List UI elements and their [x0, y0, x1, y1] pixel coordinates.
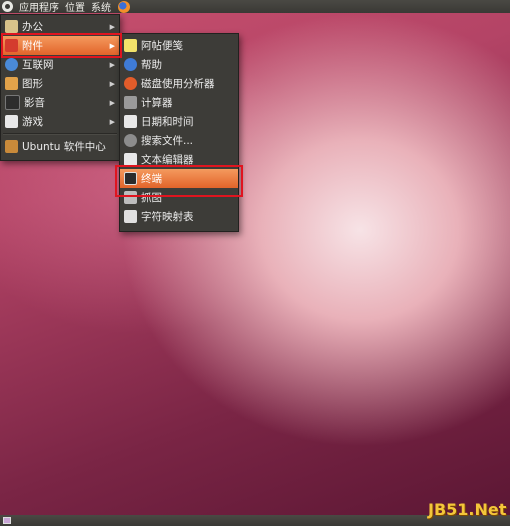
menu-item-label: 抓图	[141, 192, 162, 204]
menu-item-accessories[interactable]: 附件 ▶	[1, 36, 119, 55]
menu-item-label: Ubuntu 软件中心	[22, 141, 106, 153]
accessories-icon	[5, 39, 18, 52]
menu-item-label: 互联网	[22, 59, 54, 71]
character-map-icon	[124, 210, 137, 223]
show-desktop-icon[interactable]	[3, 517, 11, 524]
menu-item-internet[interactable]: 互联网 ▶	[1, 55, 119, 74]
text-editor-icon	[124, 153, 137, 166]
submenu-arrow-icon: ▶	[109, 79, 115, 88]
menu-item-label: 办公	[22, 21, 43, 33]
menu-item-label: 阿帖便笺	[141, 40, 183, 52]
menu-item-games[interactable]: 游戏 ▶	[1, 112, 119, 131]
menu-item-label: 附件	[22, 40, 43, 52]
submenu-arrow-icon: ▶	[109, 22, 115, 31]
menu-separator	[3, 133, 117, 135]
top-panel: 应用程序 位置 系统	[0, 0, 510, 14]
ubuntu-logo-icon[interactable]	[2, 1, 13, 12]
menu-item-office[interactable]: 办公 ▶	[1, 17, 119, 36]
submenu-arrow-icon: ▶	[109, 117, 115, 126]
menu-item-sticky-notes[interactable]: 阿帖便笺	[120, 36, 238, 55]
menu-item-search-files[interactable]: 搜索文件...	[120, 131, 238, 150]
menu-item-character-map[interactable]: 字符映射表	[120, 207, 238, 226]
submenu-arrow-icon: ▶	[109, 41, 115, 50]
menu-item-disk-analyzer[interactable]: 磁盘使用分析器	[120, 74, 238, 93]
menu-item-label: 游戏	[22, 116, 43, 128]
sound-video-icon	[5, 95, 20, 110]
menu-item-screenshot[interactable]: 抓图	[120, 188, 238, 207]
menu-item-label: 图形	[22, 78, 43, 90]
menu-item-label: 磁盘使用分析器	[141, 78, 215, 90]
calculator-icon	[124, 96, 137, 109]
menu-item-label: 字符映射表	[141, 211, 194, 223]
submenu-arrow-icon: ▶	[109, 98, 115, 107]
games-icon	[5, 115, 18, 128]
search-files-icon	[124, 134, 137, 147]
accessories-submenu: 阿帖便笺 帮助 磁盘使用分析器 计算器 日期和时间 搜索文件... 文本编辑器 …	[119, 33, 239, 232]
watermark: JB51.Net	[428, 500, 507, 519]
menu-item-help[interactable]: 帮助	[120, 55, 238, 74]
menu-item-software-center[interactable]: Ubuntu 软件中心	[1, 137, 119, 156]
sticky-notes-icon	[124, 39, 137, 52]
calendar-icon	[124, 115, 137, 128]
menu-item-graphics[interactable]: 图形 ▶	[1, 74, 119, 93]
internet-icon	[5, 58, 18, 71]
menu-item-text-editor[interactable]: 文本编辑器	[120, 150, 238, 169]
menu-item-label: 日期和时间	[141, 116, 194, 128]
system-menu[interactable]: 系统	[88, 0, 114, 14]
menu-item-date-time[interactable]: 日期和时间	[120, 112, 238, 131]
menu-item-label: 帮助	[141, 59, 162, 71]
software-center-icon	[5, 140, 18, 153]
menu-item-label: 计算器	[141, 97, 173, 109]
screenshot-icon	[124, 191, 137, 204]
menu-item-label: 终端	[141, 173, 162, 185]
disk-analyzer-icon	[124, 77, 137, 90]
menu-item-sound-video[interactable]: 影音 ▶	[1, 93, 119, 112]
menu-item-label: 影音	[24, 97, 45, 109]
submenu-arrow-icon: ▶	[109, 60, 115, 69]
menu-item-calculator[interactable]: 计算器	[120, 93, 238, 112]
applications-dropdown: 办公 ▶ 附件 ▶ 互联网 ▶ 图形 ▶ 影音 ▶ 游戏 ▶ Ubuntu 软件…	[0, 14, 120, 161]
menu-item-label: 搜索文件...	[141, 135, 194, 147]
menu-item-terminal[interactable]: 终端	[120, 169, 238, 188]
applications-menu[interactable]: 应用程序	[16, 0, 62, 14]
firefox-icon[interactable]	[118, 0, 130, 13]
menu-item-label: 文本编辑器	[141, 154, 194, 166]
places-menu[interactable]: 位置	[62, 0, 88, 14]
graphics-icon	[5, 77, 18, 90]
terminal-icon	[124, 172, 137, 185]
help-icon	[124, 58, 137, 71]
office-icon	[5, 20, 18, 33]
